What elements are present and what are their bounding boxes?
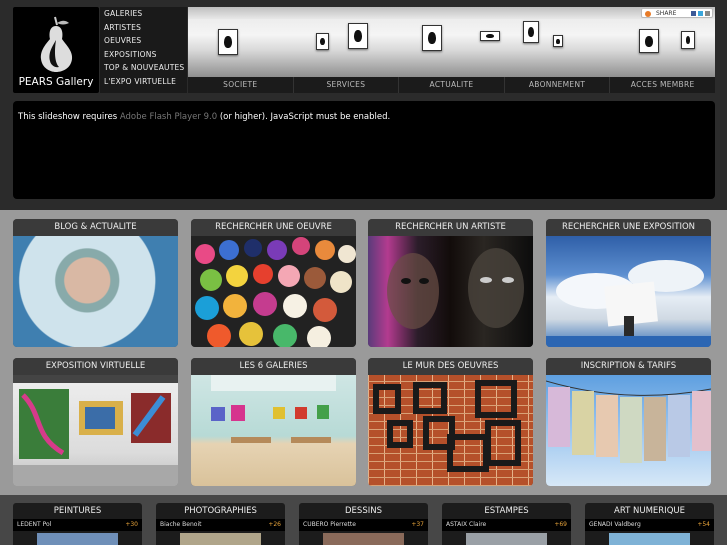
artist-name: Biache Benoit [160,521,202,528]
count-badge: +69 [554,521,567,528]
category-peintures[interactable]: PEINTURES LEDENT Pol +30 [13,503,142,545]
flash-message-before: This slideshow requires [18,112,120,122]
share-label: SHARE [656,10,677,17]
artist-name: GENADI Valdberg [589,521,641,528]
artist-name: CUBERO Pierrette [303,521,356,528]
tile-title: EXPOSITION VIRTUELLE [13,358,178,375]
email-icon[interactable] [705,11,710,16]
tile-title: BLOG & ACTUALITE [13,219,178,236]
facebook-icon[interactable] [691,11,696,16]
gallery-panel [402,7,507,77]
menu-item-expo-virtuelle[interactable]: L'EXPO VIRTUELLE [100,75,187,89]
category-title: ART NUMERIQUE [614,506,685,516]
sky-canvas-image [546,236,711,347]
category-featured-row[interactable]: LEDENT Pol +30 [13,519,142,531]
gallery-panel [296,7,402,77]
menu-item-galeries[interactable]: GALERIES [100,7,187,21]
pear-logo-icon [40,16,73,72]
artwork-thumbnail[interactable] [180,533,261,545]
gallery-banner [188,7,715,77]
count-badge: +26 [268,521,281,528]
tab-services[interactable]: SERVICES [294,77,400,93]
category-bar: PEINTURES LEDENT Pol +30 PHOTOGRAPHIES B… [0,495,727,545]
paint-palette-image [191,236,356,347]
brick-wall-frames-image [368,375,533,486]
blog-image [13,236,178,347]
category-featured-row[interactable]: CUBERO Pierrette +37 [299,519,428,531]
brand-name: PEARS Gallery [18,76,94,88]
tile-title: INSCRIPTION & TARIFS [546,358,711,375]
twitter-icon[interactable] [698,11,703,16]
tile-rechercher-artiste[interactable]: RECHERCHER UN ARTISTE [368,219,533,347]
count-badge: +37 [411,521,424,528]
gallery-panel [188,7,296,77]
category-title: PEINTURES [53,506,102,516]
logo[interactable]: PEARS Gallery [13,7,99,93]
tile-title: RECHERCHER UN ARTISTE [368,219,533,236]
category-featured-row[interactable]: ASTAIX Claire +69 [442,519,571,531]
tab-abonnement[interactable]: ABONNEMENT [505,77,611,93]
gallery-panel [507,7,611,77]
tile-blog-actualite[interactable]: BLOG & ACTUALITE [13,219,178,347]
tile-rechercher-oeuvre[interactable]: RECHERCHER UNE OEUVRE [191,219,356,347]
site-header: PEARS Gallery GALERIES ARTISTES OEUVRES … [0,0,727,210]
tile-inscription-tarifs[interactable]: INSCRIPTION & TARIFS [546,358,711,486]
category-featured-row[interactable]: Biache Benoit +26 [156,519,285,531]
banknotes-clothesline-image [546,375,711,486]
flash-message: This slideshow requires Adobe Flash Play… [18,112,390,122]
category-title: PHOTOGRAPHIES [184,506,257,516]
slideshow-area: This slideshow requires Adobe Flash Play… [13,101,715,199]
menu-item-expositions[interactable]: EXPOSITIONS [100,48,187,62]
share-button[interactable]: SHARE [641,8,713,18]
tile-title: LE MUR DES OEUVRES [368,358,533,375]
tab-societe[interactable]: SOCIETE [188,77,294,93]
feature-tiles: BLOG & ACTUALITE RECHERCHER UNE OEUVRE R… [0,210,727,495]
galleries-room-image [191,375,356,486]
artist-name: ASTAIX Claire [446,521,487,528]
category-title: DESSINS [345,506,382,516]
count-badge: +54 [697,521,710,528]
tile-le-mur-des-oeuvres[interactable]: LE MUR DES OEUVRES [368,358,533,486]
tile-title: RECHERCHER UNE EXPOSITION [546,219,711,236]
tab-acces-membre[interactable]: ACCES MEMBRE [610,77,715,93]
category-photographies[interactable]: PHOTOGRAPHIES Biache Benoit +26 [156,503,285,545]
artist-faces-image [368,236,533,347]
category-art-numerique[interactable]: ART NUMERIQUE GENADI Valdberg +54 [585,503,714,545]
artwork-thumbnail[interactable] [37,533,118,545]
tile-exposition-virtuelle[interactable]: EXPOSITION VIRTUELLE [13,358,178,486]
tile-title: LES 6 GALERIES [191,358,356,375]
artwork-thumbnail[interactable] [323,533,404,545]
main-menu: GALERIES ARTISTES OEUVRES EXPOSITIONS TO… [100,7,187,93]
category-estampes[interactable]: ESTAMPES ASTAIX Claire +69 [442,503,571,545]
category-dessins[interactable]: DESSINS CUBERO Pierrette +37 [299,503,428,545]
category-title: ESTAMPES [484,506,529,516]
flash-message-after: (or higher). JavaScript must be enabled. [217,112,391,122]
tile-title: RECHERCHER UNE OEUVRE [191,219,356,236]
artwork-thumbnail[interactable] [466,533,547,545]
menu-item-artistes[interactable]: ARTISTES [100,21,187,35]
tile-rechercher-exposition[interactable]: RECHERCHER UNE EXPOSITION [546,219,711,347]
artwork-thumbnail[interactable] [609,533,690,545]
menu-item-top-nouveautes[interactable]: TOP & NOUVEAUTES [100,61,187,75]
category-featured-row[interactable]: GENADI Valdberg +54 [585,519,714,531]
artist-name: LEDENT Pol [17,521,52,528]
tile-les-6-galeries[interactable]: LES 6 GALERIES [191,358,356,486]
flash-player-link[interactable]: Adobe Flash Player 9.0 [120,112,217,122]
count-badge: +30 [125,521,138,528]
tab-actualite[interactable]: ACTUALITE [399,77,505,93]
top-tabs: SOCIETE SERVICES ACTUALITE ABONNEMENT AC… [188,77,715,93]
virtual-gallery-image [13,375,178,486]
menu-item-oeuvres[interactable]: OEUVRES [100,34,187,48]
